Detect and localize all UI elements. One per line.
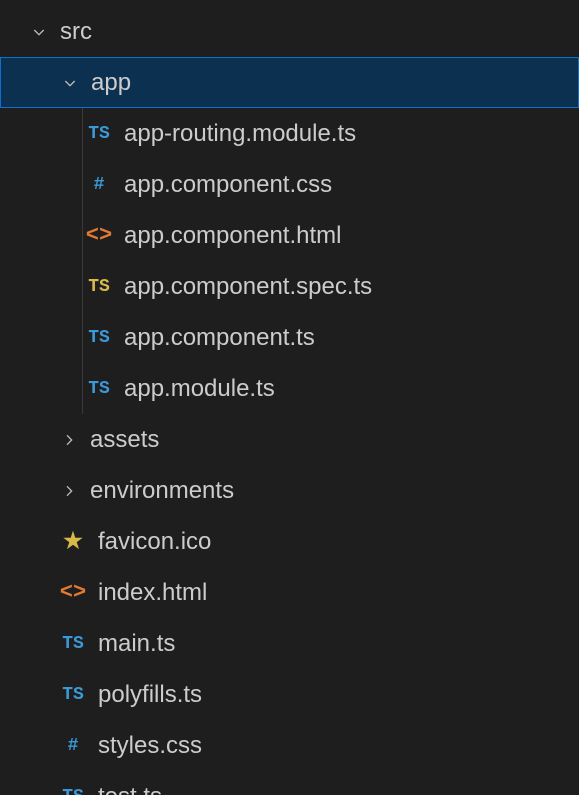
file-styles-css[interactable]: # styles.css [0,720,579,771]
chevron-right-icon [58,429,80,451]
file-main-ts[interactable]: TS main.ts [0,618,579,669]
chevron-down-icon [28,21,50,43]
typescript-icon: TS [84,328,114,348]
html-icon: <> [84,223,114,248]
chevron-right-icon [58,480,80,502]
file-explorer: src app TS app-routing.module.ts # app.c… [0,0,579,795]
file-label: styles.css [98,732,202,760]
file-label: app-routing.module.ts [124,120,356,148]
html-icon: <> [58,580,88,605]
folder-label: assets [90,426,159,454]
typescript-icon: TS [58,634,88,654]
file-polyfills-ts[interactable]: TS polyfills.ts [0,669,579,720]
typescript-icon: TS [58,685,88,705]
file-label: app.module.ts [124,375,275,403]
typescript-test-icon: TS [84,277,114,297]
file-app-component-spec-ts[interactable]: TS app.component.spec.ts [0,261,579,312]
typescript-icon: TS [84,379,114,399]
file-label: polyfills.ts [98,681,202,709]
folder-app[interactable]: app [0,57,579,108]
file-label: test.ts [98,783,162,795]
typescript-icon: TS [58,787,88,795]
file-app-component-html[interactable]: <> app.component.html [0,210,579,261]
file-label: main.ts [98,630,175,658]
file-favicon-ico[interactable]: ★ favicon.ico [0,516,579,567]
folder-label: src [60,18,92,46]
file-app-component-ts[interactable]: TS app.component.ts [0,312,579,363]
file-app-routing-module-ts[interactable]: TS app-routing.module.ts [0,108,579,159]
folder-label: environments [90,477,234,505]
chevron-down-icon [59,72,81,94]
css-icon: # [58,736,88,756]
file-index-html[interactable]: <> index.html [0,567,579,618]
file-label: app.component.css [124,171,332,199]
folder-assets[interactable]: assets [0,414,579,465]
folder-src[interactable]: src [0,6,579,57]
folder-label: app [91,69,131,97]
file-label: favicon.ico [98,528,211,556]
folder-environments[interactable]: environments [0,465,579,516]
file-app-component-css[interactable]: # app.component.css [0,159,579,210]
file-label: index.html [98,579,207,607]
file-label: app.component.spec.ts [124,273,372,301]
favicon-icon: ★ [58,529,88,555]
file-app-module-ts[interactable]: TS app.module.ts [0,363,579,414]
file-label: app.component.ts [124,324,315,352]
file-test-ts[interactable]: TS test.ts [0,771,579,795]
file-label: app.component.html [124,222,341,250]
typescript-icon: TS [84,124,114,144]
css-icon: # [84,175,114,195]
